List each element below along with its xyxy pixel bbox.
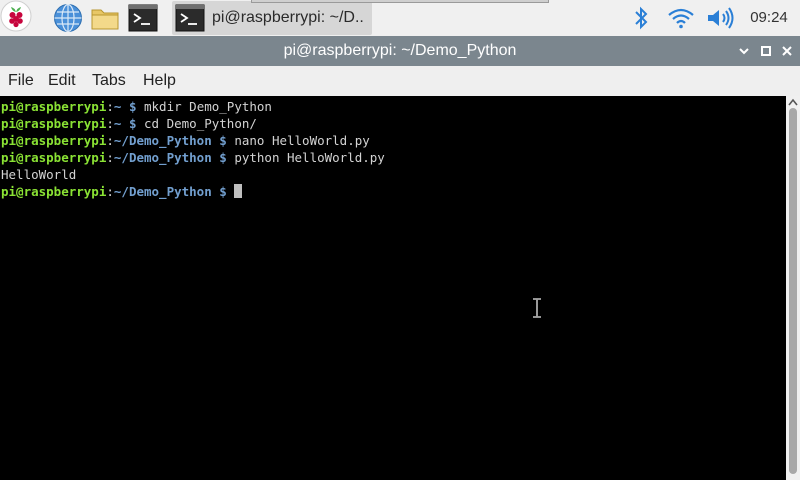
prompt-path: ~/Demo_Python bbox=[113, 150, 212, 165]
tooltip-edge bbox=[251, 0, 549, 3]
terminal-launcher-icon[interactable] bbox=[128, 3, 158, 33]
prompt-user: pi@raspberrypi bbox=[1, 99, 107, 114]
prompt-colon: : bbox=[106, 116, 114, 131]
taskbar: pi@raspberrypi: ~/D.. 09:24 bbox=[0, 0, 800, 36]
menu-tabs[interactable]: Tabs bbox=[92, 66, 126, 96]
command-text: nano HelloWorld.py bbox=[226, 133, 370, 148]
prompt-colon: : bbox=[106, 133, 114, 148]
taskbar-task-terminal[interactable]: pi@raspberrypi: ~/D.. bbox=[172, 1, 372, 35]
command-text: python HelloWorld.py bbox=[226, 150, 385, 165]
prompt-path: ~/Demo_Python bbox=[113, 184, 212, 199]
close-button[interactable] bbox=[778, 42, 796, 60]
command-text: mkdir Demo_Python bbox=[136, 99, 272, 114]
window-titlebar[interactable]: pi@raspberrypi: ~/Demo_Python bbox=[0, 36, 800, 66]
prompt-colon: : bbox=[106, 99, 114, 114]
web-browser-icon[interactable] bbox=[53, 3, 83, 33]
clock[interactable]: 09:24 bbox=[740, 0, 798, 36]
prompt-dollar: $ bbox=[211, 184, 227, 199]
file-manager-icon[interactable] bbox=[90, 3, 120, 33]
terminal-scrollbar[interactable] bbox=[786, 96, 800, 480]
menu-edit[interactable]: Edit bbox=[48, 66, 76, 96]
terminal-line: pi@raspberrypi:~ $ cd Demo_Python/ bbox=[1, 115, 257, 132]
prompt-colon: : bbox=[106, 184, 114, 199]
command-text bbox=[227, 184, 235, 199]
command-text: cd Demo_Python/ bbox=[136, 116, 257, 131]
menu-bar: File Edit Tabs Help bbox=[0, 66, 800, 96]
bluetooth-icon[interactable] bbox=[630, 6, 652, 30]
menu-help[interactable]: Help bbox=[143, 66, 176, 96]
terminal-task-icon bbox=[175, 4, 205, 32]
terminal-line: pi@raspberrypi:~/Demo_Python $ nano Hell… bbox=[1, 132, 370, 149]
window-title: pi@raspberrypi: ~/Demo_Python bbox=[283, 42, 517, 59]
scroll-up-arrow-icon[interactable] bbox=[788, 98, 798, 106]
raspberry-pi-menu-icon[interactable] bbox=[0, 0, 32, 32]
terminal-line: pi@raspberrypi:~/Demo_Python $ python He… bbox=[1, 149, 385, 166]
minimize-button[interactable] bbox=[735, 42, 753, 60]
prompt-user: pi@raspberrypi bbox=[1, 116, 107, 131]
terminal-line: pi@raspberrypi:~/Demo_Python $ bbox=[1, 183, 243, 200]
terminal-line: pi@raspberrypi:~ $ mkdir Demo_Python bbox=[1, 98, 272, 115]
prompt-path: ~/Demo_Python bbox=[113, 133, 212, 148]
ibeam-cursor-icon bbox=[533, 298, 541, 318]
prompt-dollar: $ bbox=[121, 116, 137, 131]
menu-file[interactable]: File bbox=[8, 66, 34, 96]
prompt-dollar: $ bbox=[121, 99, 137, 114]
prompt-user: pi@raspberrypi bbox=[1, 184, 107, 199]
volume-icon[interactable] bbox=[706, 7, 736, 29]
prompt-dollar: $ bbox=[211, 133, 227, 148]
prompt-user: pi@raspberrypi bbox=[1, 133, 107, 148]
terminal-line: HelloWorld bbox=[1, 166, 76, 183]
maximize-button[interactable] bbox=[757, 42, 775, 60]
taskbar-task-label: pi@raspberrypi: ~/D.. bbox=[212, 9, 364, 26]
program-output: HelloWorld bbox=[1, 167, 77, 182]
wifi-icon[interactable] bbox=[667, 7, 695, 29]
text-cursor bbox=[234, 184, 243, 198]
scrollbar-thumb[interactable] bbox=[789, 108, 797, 474]
prompt-colon: : bbox=[106, 150, 114, 165]
terminal-output[interactable]: pi@raspberrypi:~ $ mkdir Demo_Python pi@… bbox=[0, 96, 786, 480]
prompt-dollar: $ bbox=[211, 150, 227, 165]
prompt-user: pi@raspberrypi bbox=[1, 150, 107, 165]
